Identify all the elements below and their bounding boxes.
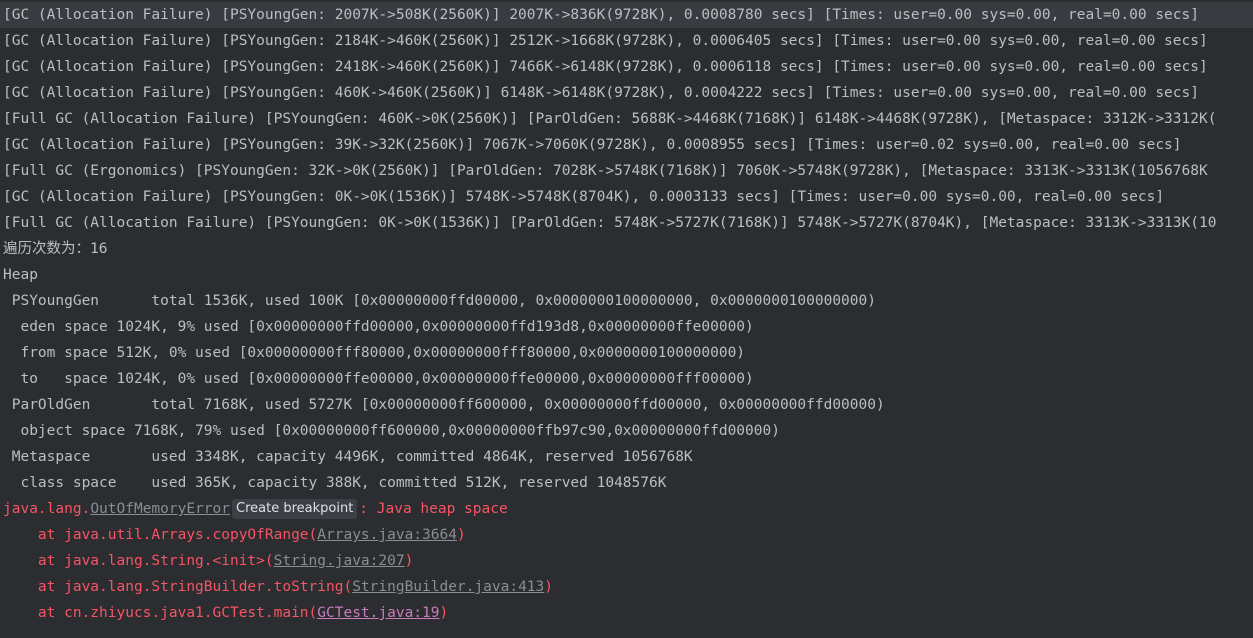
heap-summary-line: ParOldGen total 7168K, used 5727K [0x000…	[3, 397, 885, 413]
exception-prefix: java.lang.	[3, 501, 91, 517]
stack-frame-method: at java.lang.String.<init>(	[3, 553, 274, 569]
stack-frame: at cn.zhiyucs.java1.GCTest.main(GCTest.j…	[0, 600, 1253, 626]
exception-class-link[interactable]: OutOfMemoryError	[90, 501, 230, 517]
gc-log-line: [Full GC (Allocation Failure) [PSYoungGe…	[3, 215, 1217, 231]
stack-frame: at java.util.Arrays.copyOfRange(Arrays.j…	[0, 522, 1253, 548]
gc-log-line: [Full GC (Ergonomics) [PSYoungGen: 32K->…	[3, 163, 1208, 179]
stack-frame: at java.lang.String.<init>(String.java:2…	[0, 548, 1253, 574]
heap-summary-line: object space 7168K, 79% used [0x00000000…	[3, 423, 780, 439]
stack-frame-source-link[interactable]: Arrays.java:3664	[317, 527, 457, 543]
stack-frame-close: )	[404, 553, 414, 569]
exception-line: java.lang.OutOfMemoryError Create breakpo…	[0, 496, 1253, 522]
gc-log-line: [GC (Allocation Failure) [PSYoungGen: 24…	[3, 59, 1208, 75]
stack-frame-source-link[interactable]: GCTest.java:19	[317, 605, 439, 621]
stack-frame-source-link[interactable]: StringBuilder.java:413	[352, 579, 544, 595]
stack-frame-close: )	[544, 579, 553, 595]
create-breakpoint-button[interactable]: Create breakpoint	[232, 499, 358, 519]
gc-log-line: [GC (Allocation Failure) [PSYoungGen: 20…	[0, 2, 1253, 28]
gc-log-line: [Full GC (Allocation Failure) [PSYoungGe…	[3, 111, 1217, 127]
heap-summary-line: Metaspace used 3348K, capacity 4496K, co…	[3, 449, 693, 465]
heap-summary-line: class space used 365K, capacity 388K, co…	[3, 475, 667, 491]
heap-summary-line: Heap	[3, 267, 38, 283]
stack-frame-method: at cn.zhiyucs.java1.GCTest.main(	[3, 605, 318, 621]
traversal-count-line: 遍历次数为：16	[3, 241, 108, 257]
heap-summary-line: PSYoungGen total 1536K, used 100K [0x000…	[3, 293, 876, 309]
gc-log-line: [GC (Allocation Failure) [PSYoungGen: 0K…	[3, 189, 1165, 205]
stack-frame-source-link[interactable]: String.java:207	[274, 553, 405, 569]
heap-summary-line: eden space 1024K, 9% used [0x00000000ffd…	[3, 319, 754, 335]
gc-log-line: [GC (Allocation Failure) [PSYoungGen: 46…	[3, 85, 1199, 101]
heap-summary-line: to space 1024K, 0% used [0x00000000ffe00…	[3, 371, 754, 387]
stack-frame-method: at java.util.Arrays.copyOfRange(	[3, 527, 318, 543]
gc-log-line: [GC (Allocation Failure) [PSYoungGen: 21…	[3, 33, 1208, 49]
gc-log-line: [GC (Allocation Failure) [PSYoungGen: 39…	[3, 137, 1182, 153]
stack-frame: at java.lang.StringBuilder.toString(Stri…	[0, 574, 1253, 600]
exception-message: : Java heap space	[359, 501, 508, 517]
stack-frame-close: )	[439, 605, 449, 621]
stack-frame-method: at java.lang.StringBuilder.toString(	[3, 579, 353, 595]
stack-frame-close: )	[456, 527, 466, 543]
console-output[interactable]: [GC (Allocation Failure) [PSYoungGen: 20…	[0, 2, 1253, 638]
heap-summary-line: from space 512K, 0% used [0x00000000fff8…	[3, 345, 746, 361]
